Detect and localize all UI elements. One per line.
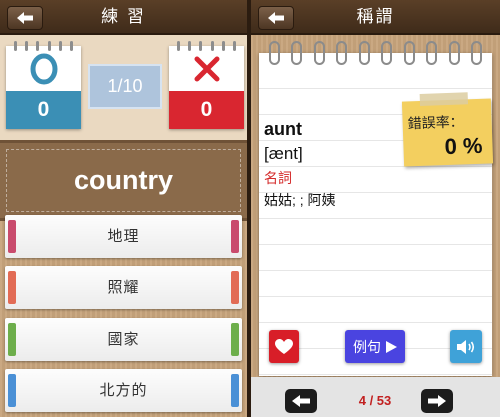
next-word-button[interactable] [421,389,453,413]
answer-option-label: 地理 [107,228,140,245]
part-of-speech: 名詞 [264,170,292,186]
heart-icon [275,338,293,354]
quiz-word: country [73,165,173,195]
vocab-top-bar: 稱謂 [251,0,500,35]
answer-option-4[interactable]: 北方的 [5,369,242,412]
practice-panel: 練 習 0 1/10 0 country 地理 照耀 國家 北方的 [0,0,247,417]
phonetic: [ænt] [264,144,303,163]
spiral-binding [269,41,482,67]
page-title: 練 習 [101,7,146,26]
error-rate-label: 錯誤率： [407,113,464,132]
answer-option-label: 國家 [107,331,140,348]
category-title: 稱謂 [356,7,395,26]
left-arrow-icon [292,395,310,407]
practice-top-bar: 練 習 [0,0,247,35]
page-indicator: 4 / 53 [358,393,392,408]
answer-option-label: 北方的 [99,382,148,399]
progress-indicator: 1/10 [88,64,162,109]
vocab-word: aunt [264,119,302,139]
audio-button[interactable] [450,330,482,363]
answer-option-label: 照耀 [107,279,140,296]
circle-correct-icon [30,53,58,85]
wrong-count-card: 0 [169,41,244,129]
word-banner: country [0,140,247,221]
answer-option-3[interactable]: 國家 [5,318,242,361]
answer-option-2[interactable]: 照耀 [5,266,242,309]
speaker-icon [457,339,475,354]
correct-count-card: 0 [6,41,81,129]
correct-count: 0 [6,91,81,129]
answer-option-1[interactable]: 地理 [5,215,242,258]
example-sentence-button[interactable]: 例句 [345,330,405,363]
error-rate-value: 0 % [444,132,483,160]
example-label: 例句 [353,338,381,355]
right-arrow-icon [428,395,446,407]
x-wrong-icon [194,56,220,82]
error-rate-note: 錯誤率： 0 % [401,92,494,167]
definition: 姑姑; ; 阿姨 [264,192,336,208]
previous-word-button[interactable] [285,389,317,413]
favorite-button[interactable] [269,330,299,363]
wrong-count: 0 [169,91,244,129]
play-icon [386,340,397,353]
